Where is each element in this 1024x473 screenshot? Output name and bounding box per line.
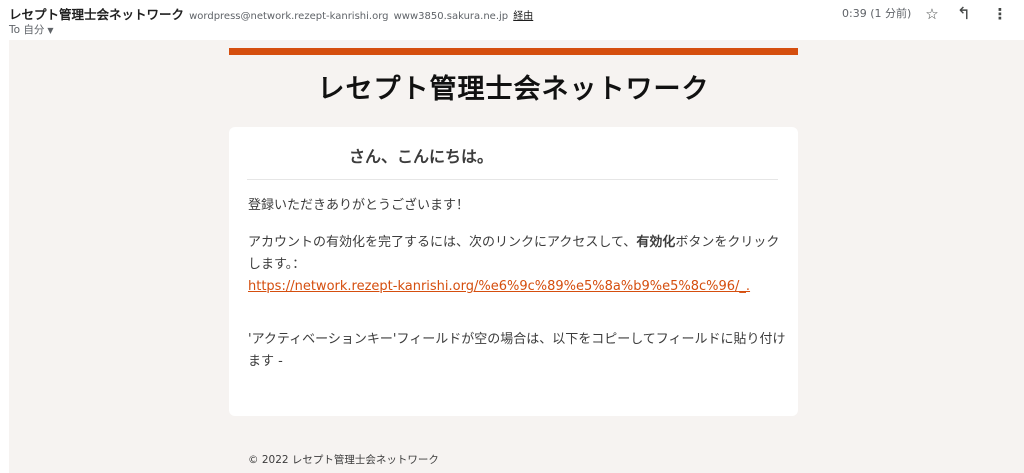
sender-email: wordpress@network.rezept-kanrishi.org (189, 11, 389, 22)
thanks-text: 登録いただきありがとうございます！ (248, 198, 470, 213)
via-host: www3850.sakura.ne.jp (393, 11, 509, 22)
timestamp: 0:39 (1 分前) (842, 7, 912, 20)
accent-bar (229, 48, 798, 55)
activate-keyword: 有効化 (636, 235, 676, 250)
caret-down-icon: ▼ (47, 26, 54, 35)
email-body: レセプト管理士会ネットワーク さん、こんにちは。 登録いただきありがとうございま… (9, 40, 1024, 473)
greeting: さん、こんにちは。 (349, 147, 494, 166)
reply-icon[interactable]: ↰ (954, 4, 974, 24)
brand-title: レセプト管理士会ネットワーク (317, 74, 710, 105)
instruction-text: アカウントの有効化を完了するには、次のリンクにアクセスして、有効化ボタンをクリッ… (248, 232, 788, 298)
more-vert-icon[interactable]: ⋮ (990, 4, 1010, 24)
sender-line: レセプト管理士会ネットワーク wordpress@network.rezept-… (9, 6, 533, 25)
footer-copyright: © 2022 レセプト管理士会ネットワーク (248, 454, 439, 466)
activation-link[interactable]: https://network.rezept-kanrishi.org/%e6%… (248, 279, 750, 294)
divider (247, 179, 778, 180)
via-link[interactable]: 経由 (513, 11, 533, 22)
sender-name[interactable]: レセプト管理士会ネットワーク (9, 7, 184, 22)
instruction-before: アカウントの有効化を完了するには、次のリンクにアクセスして、 (248, 235, 637, 250)
email-header: レセプト管理士会ネットワーク wordpress@network.rezept-… (0, 0, 1024, 40)
message-card: さん、こんにちは。 登録いただきありがとうございます！ アカウントの有効化を完了… (229, 127, 798, 416)
recipient-label: To 自分 (9, 24, 45, 36)
star-icon[interactable]: ☆ (922, 4, 942, 24)
recipient-dropdown[interactable]: To 自分 ▼ (9, 23, 54, 38)
activation-key-note: 'アクティベーションキー'フィールドが空の場合は、以下をコピーしてフィールドに貼… (248, 332, 786, 369)
